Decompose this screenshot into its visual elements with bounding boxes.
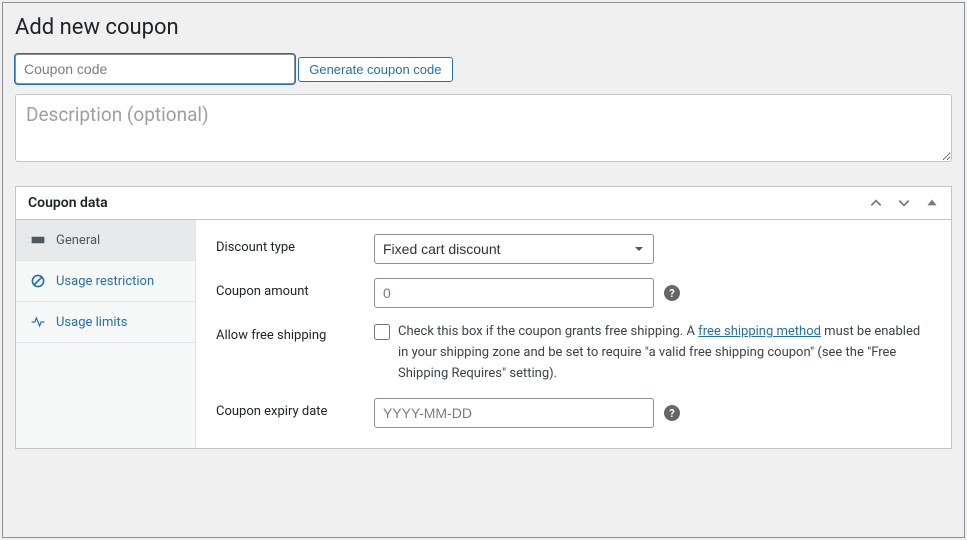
tab-usage-limits[interactable]: Usage limits <box>16 302 195 343</box>
discount-type-label: Discount type <box>216 234 374 255</box>
caret-up-icon[interactable] <box>925 196 939 210</box>
pulse-icon <box>30 314 46 330</box>
tab-general-content: Discount type Fixed cart discount Coupon… <box>196 220 951 448</box>
ticket-icon <box>30 232 46 248</box>
discount-type-select[interactable]: Fixed cart discount <box>374 234 654 264</box>
help-icon[interactable]: ? <box>664 405 680 421</box>
tab-label: General <box>56 233 100 248</box>
coupon-tabs: General Usage restriction Usage limits <box>16 220 196 448</box>
tab-general[interactable]: General <box>16 220 195 261</box>
description-input[interactable] <box>15 94 952 162</box>
ban-icon <box>30 273 46 289</box>
coupon-data-panel: Coupon data General Usage restriction <box>15 186 952 449</box>
panel-header: Coupon data <box>16 187 951 220</box>
panel-title: Coupon data <box>28 195 869 211</box>
page-title: Add new coupon <box>15 15 952 40</box>
coupon-amount-input[interactable] <box>374 278 654 308</box>
help-icon[interactable]: ? <box>664 285 680 301</box>
allow-free-shipping-label: Allow free shipping <box>216 322 374 343</box>
expiry-date-input[interactable] <box>374 398 654 428</box>
tab-usage-restriction[interactable]: Usage restriction <box>16 261 195 302</box>
panel-handle-actions <box>869 196 939 210</box>
tab-label: Usage restriction <box>56 274 154 289</box>
expiry-date-label: Coupon expiry date <box>216 398 374 419</box>
free-shipping-method-link[interactable]: free shipping method <box>698 324 821 339</box>
generate-coupon-code-button[interactable]: Generate coupon code <box>298 57 452 82</box>
coupon-code-input[interactable] <box>15 54 295 84</box>
allow-free-shipping-checkbox[interactable] <box>374 324 390 340</box>
coupon-amount-label: Coupon amount <box>216 278 374 299</box>
allow-free-shipping-description: Check this box if the coupon grants free… <box>398 322 931 384</box>
chevron-down-icon[interactable] <box>897 196 911 210</box>
tab-label: Usage limits <box>56 315 127 330</box>
chevron-up-icon[interactable] <box>869 196 883 210</box>
